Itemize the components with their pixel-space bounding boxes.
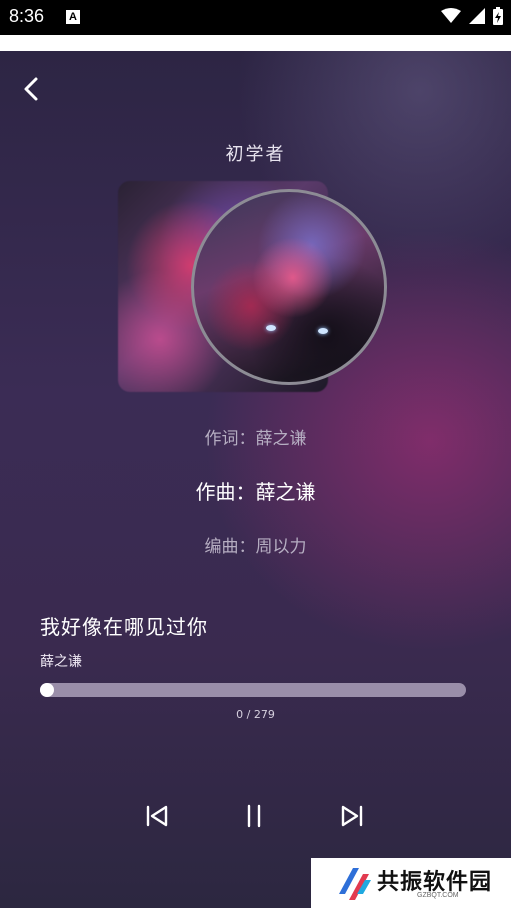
- progress-thumb[interactable]: [40, 683, 54, 697]
- status-time: 8:36: [9, 6, 45, 26]
- toolbar-strip: [0, 35, 511, 51]
- cat-eye-left: [266, 325, 276, 331]
- wifi-icon: [441, 8, 461, 28]
- cat-eye-right: [318, 328, 328, 334]
- watermark-logo-icon: [339, 868, 371, 900]
- status-bar: 8:36 A: [0, 0, 511, 35]
- skip-previous-icon: [146, 805, 168, 827]
- composer-credit: 作曲：薛之谦: [195, 480, 316, 504]
- status-icons: [441, 7, 503, 29]
- player-screen: 初学者 作词：薛之谦 作曲：薛之谦 编曲：周以力 我好像在哪见过你 薛之谦 0 …: [0, 51, 511, 908]
- progress-time: 0 / 279: [236, 708, 275, 721]
- pause-button[interactable]: [239, 801, 269, 831]
- song-title: 我好像在哪见过你: [40, 615, 208, 639]
- album-disc[interactable]: [191, 189, 387, 385]
- signal-icon: [469, 8, 485, 28]
- previous-button[interactable]: [142, 801, 172, 831]
- watermark-subtitle: GZBQT.COM: [417, 892, 459, 899]
- chevron-left-icon: [24, 77, 38, 101]
- page-title: 初学者: [225, 144, 286, 165]
- battery-charging-icon: [493, 7, 503, 29]
- pause-icon: [247, 804, 261, 828]
- skip-next-icon: [341, 805, 363, 827]
- lyricist-credit: 作词：薛之谦: [204, 429, 307, 449]
- back-button[interactable]: [16, 73, 48, 105]
- notification-badge: A: [66, 10, 80, 24]
- song-artist: 薛之谦: [40, 654, 82, 670]
- progress-bar[interactable]: [40, 683, 466, 697]
- next-button[interactable]: [337, 801, 367, 831]
- arranger-credit: 编曲：周以力: [204, 537, 307, 557]
- watermark: 共振软件园 GZBQT.COM: [311, 858, 511, 908]
